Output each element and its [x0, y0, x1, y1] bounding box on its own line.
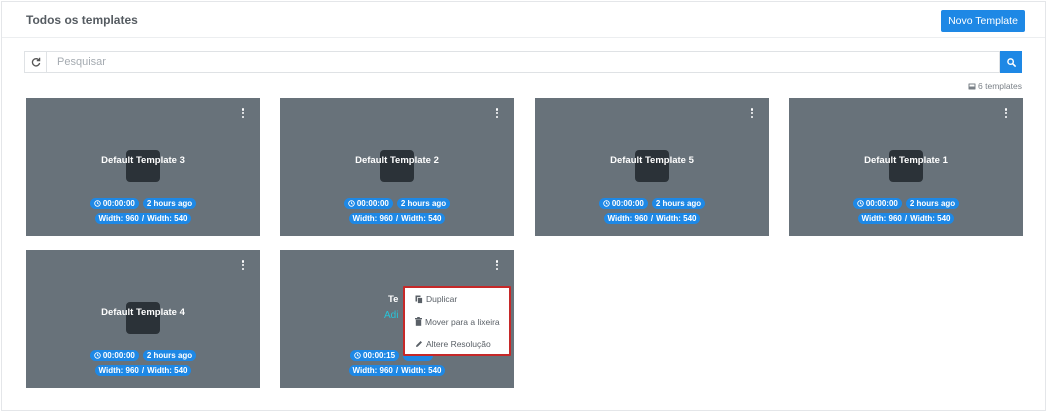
duration-badge: 00:00:00: [852, 198, 902, 209]
menu-item-duplicate[interactable]: Duplicar: [405, 288, 509, 311]
template-card[interactable]: Default Template 1 00:00:00 2 hours ago …: [789, 98, 1023, 236]
duration-text: 00:00:00: [865, 199, 898, 208]
card-context-menu: Duplicar Mover para a lixeira Altere Res…: [403, 286, 511, 356]
time-ago-badge: 2 hours ago: [905, 198, 960, 209]
template-title: Te: [388, 294, 399, 305]
card-menu-icon[interactable]: [494, 107, 500, 119]
duration-text: 00:00:00: [102, 199, 135, 208]
clock-icon: [354, 352, 361, 359]
resolution-badge: Width: 960 / Width: 540: [348, 213, 446, 224]
template-title: Default Template 1: [864, 155, 948, 166]
search-bar: [24, 51, 1022, 73]
template-title: Default Template 5: [610, 155, 694, 166]
resolution-badge: Width: 960 / Width: 540: [603, 213, 701, 224]
height-text: Width: 540: [910, 214, 951, 223]
duration-text: 00:00:00: [611, 199, 644, 208]
refresh-button[interactable]: [24, 51, 46, 73]
clock-icon: [348, 200, 355, 207]
resolution-separator: /: [904, 214, 908, 223]
template-count: 6 templates: [968, 81, 1022, 91]
resolution-separator: /: [141, 366, 145, 375]
time-ago-badge: 2 hours ago: [142, 350, 197, 361]
card-menu-icon[interactable]: [240, 107, 246, 119]
width-text: Width: 960: [98, 214, 139, 223]
template-card[interactable]: Default Template 4 00:00:00 2 hours ago …: [26, 250, 260, 388]
new-template-button[interactable]: Novo Template: [941, 10, 1025, 32]
resolution-badge: Width: 960 / Width: 540: [348, 365, 446, 376]
card-menu-icon[interactable]: [749, 107, 755, 119]
duration-text: 00:00:00: [102, 351, 135, 360]
template-title: Default Template 3: [101, 155, 185, 166]
template-card[interactable]: Default Template 2 00:00:00 2 hours ago …: [280, 98, 514, 236]
card-menu-icon[interactable]: [240, 259, 246, 271]
width-text: Width: 960: [352, 214, 393, 223]
panel-header: Todos os templates Novo Template: [2, 2, 1045, 38]
resolution-separator: /: [395, 214, 399, 223]
template-card[interactable]: Default Template 3 00:00:00 2 hours ago …: [26, 98, 260, 236]
search-icon: [1006, 57, 1016, 67]
pencil-icon: [416, 341, 422, 348]
width-text: Width: 960: [607, 214, 648, 223]
menu-item-label: Duplicar: [426, 294, 458, 305]
copy-icon: [415, 295, 423, 304]
card-menu-icon[interactable]: [1003, 107, 1009, 119]
time-ago-badge: 2 hours ago: [142, 198, 197, 209]
menu-item-change-resolution[interactable]: Altere Resolução: [405, 333, 509, 356]
height-text: Width: 540: [147, 214, 188, 223]
search-input[interactable]: [46, 51, 1000, 73]
menu-item-label: Mover para a lixeira: [425, 316, 500, 327]
duration-text: 00:00:15: [363, 351, 396, 360]
clock-icon: [603, 200, 610, 207]
height-text: Width: 540: [401, 366, 442, 375]
clock-icon: [857, 200, 864, 207]
time-ago-badge: 2 hours ago: [396, 198, 451, 209]
duration-text: 00:00:00: [356, 199, 389, 208]
time-ago-badge: 2 hours ago: [651, 198, 706, 209]
trash-icon: [415, 317, 422, 327]
template-count-label: 6 templates: [978, 81, 1022, 91]
template-subtitle: Adi: [384, 310, 399, 321]
duration-badge: 00:00:00: [89, 198, 139, 209]
height-text: Width: 540: [656, 214, 697, 223]
page-title: Todos os templates: [26, 13, 138, 27]
width-text: Width: 960: [861, 214, 902, 223]
width-text: Width: 960: [98, 366, 139, 375]
refresh-icon: [31, 57, 40, 67]
duration-badge: 00:00:00: [598, 198, 648, 209]
resolution-badge: Width: 960 / Width: 540: [94, 213, 192, 224]
resolution-separator: /: [650, 214, 654, 223]
resolution-badge: Width: 960 / Width: 540: [857, 213, 955, 224]
template-title: Default Template 2: [355, 155, 439, 166]
width-text: Width: 960: [352, 366, 393, 375]
height-text: Width: 540: [147, 366, 188, 375]
height-text: Width: 540: [401, 214, 442, 223]
search-button[interactable]: [1000, 51, 1022, 73]
duration-badge: 00:00:00: [343, 198, 393, 209]
resolution-badge: Width: 960 / Width: 540: [94, 365, 192, 376]
duration-badge: 00:00:00: [89, 350, 139, 361]
resolution-separator: /: [141, 214, 145, 223]
inbox-icon: [968, 83, 976, 89]
duration-badge: 00:00:15: [350, 350, 400, 361]
menu-item-label: Altere Resolução: [426, 339, 491, 350]
template-card[interactable]: Default Template 5 00:00:00 2 hours ago …: [535, 98, 769, 236]
clock-icon: [94, 200, 101, 207]
clock-icon: [94, 352, 101, 359]
menu-item-move-to-trash[interactable]: Mover para a lixeira: [405, 311, 509, 334]
card-menu-icon[interactable]: [494, 259, 500, 271]
resolution-separator: /: [395, 366, 399, 375]
template-title: Default Template 4: [101, 307, 185, 318]
